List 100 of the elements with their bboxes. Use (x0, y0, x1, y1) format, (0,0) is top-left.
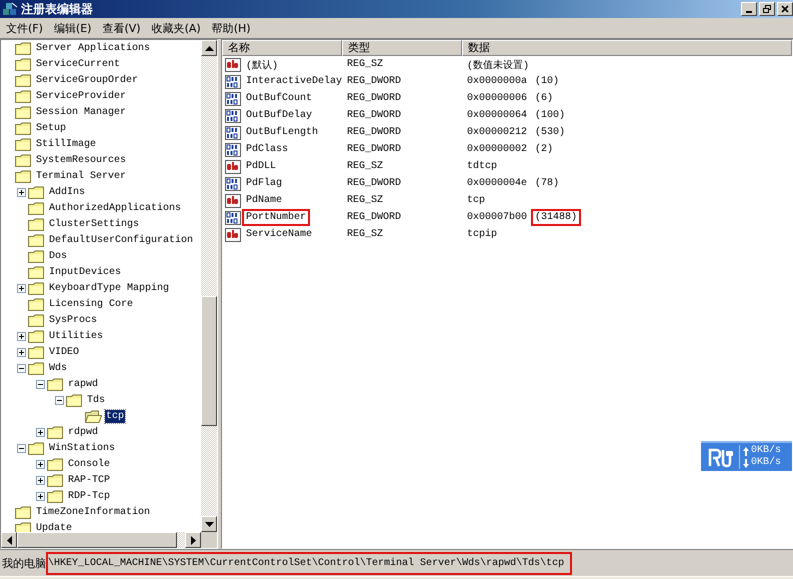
value-name[interactable]: PdFlag (242, 175, 286, 192)
expand-icon[interactable] (16, 284, 26, 292)
close-button[interactable] (777, 2, 793, 16)
tree-item[interactable]: rapwd (67, 378, 100, 390)
tree-item[interactable]: SysProcs (48, 314, 98, 326)
folder-icon (28, 282, 45, 294)
tree-item[interactable]: InputDevices (48, 266, 122, 278)
value-type: REG_DWORD (347, 144, 402, 155)
expand-icon[interactable] (16, 188, 26, 196)
tree-item[interactable]: AuthorizedApplications (48, 202, 182, 214)
expand-icon[interactable] (16, 332, 26, 340)
value-type: REG_DWORD (347, 127, 402, 138)
value-name[interactable]: (默认) (242, 54, 282, 74)
tree-item[interactable]: Update (35, 522, 74, 532)
menu-item[interactable]: 编辑(E) (50, 20, 98, 36)
tree-item[interactable]: AddIns (48, 186, 86, 198)
tree-item[interactable]: VIDEO (48, 346, 80, 358)
value-name[interactable]: OutBufLength (242, 124, 322, 141)
tree-item[interactable]: Tds (86, 394, 106, 406)
tree-item[interactable]: Licensing Core (48, 298, 134, 310)
expand-icon[interactable] (36, 428, 44, 436)
expand-icon[interactable] (16, 348, 26, 356)
value-name[interactable]: PdName (242, 192, 286, 209)
value-data: (数值未设置) (467, 58, 530, 72)
folder-icon (28, 250, 45, 262)
horizontal-scrollbar[interactable] (1, 532, 217, 548)
tree-item[interactable]: KeyboardType Mapping (48, 282, 170, 294)
folder-icon (47, 378, 64, 390)
restore-button[interactable] (759, 2, 775, 16)
open-folder-icon (85, 410, 102, 422)
value-decimal: (530) (534, 126, 566, 140)
tree-item[interactable]: SystemResources (35, 154, 128, 166)
tree-item[interactable]: ClusterSettings (48, 218, 140, 230)
expand-icon[interactable] (36, 476, 44, 484)
tree-item[interactable]: rdpwd (67, 426, 100, 438)
tree-item[interactable]: tcp (105, 410, 126, 422)
folder-icon (15, 74, 32, 86)
tree-item[interactable]: ServiceProvider (35, 90, 128, 102)
scroll-down-icon[interactable] (204, 522, 214, 526)
menu-item[interactable]: 收藏夹(A) (148, 20, 208, 36)
value-decimal: (78) (534, 176, 560, 191)
column-header[interactable]: 数据 (462, 40, 792, 56)
value-type: REG_SZ (347, 161, 384, 172)
download-speed: 0KB/s (751, 457, 782, 469)
binary-value-icon (225, 210, 241, 224)
tree-item[interactable]: ServiceCurrent (35, 58, 122, 70)
tree-item[interactable]: RAP-TCP (67, 474, 112, 486)
folder-icon (66, 394, 83, 406)
scroll-left-icon[interactable] (6, 536, 12, 544)
tree-item[interactable]: Utilities (48, 330, 104, 342)
collapse-icon[interactable] (54, 396, 64, 404)
scroll-up-icon[interactable] (204, 46, 214, 50)
collapse-icon[interactable] (36, 380, 44, 388)
network-speed-widget[interactable]: 0KB/s 0KB/s (701, 441, 792, 471)
tree-item[interactable]: Dos (48, 250, 68, 262)
value-name[interactable]: PortNumber (242, 209, 310, 226)
value-data: 0x00000002 (467, 144, 528, 155)
tree-item[interactable]: TimeZoneInformation (35, 506, 152, 518)
column-header[interactable]: 名称 (222, 40, 342, 56)
folder-icon (47, 458, 64, 470)
value-name[interactable]: OutBufDelay (242, 107, 316, 124)
folder-icon (28, 330, 45, 342)
tree-item[interactable]: Session Manager (35, 106, 128, 118)
collapse-icon[interactable] (16, 444, 26, 452)
status-path: \HKEY_LOCAL_MACHINE\SYSTEM\CurrentControlSet\Control\Terminal Server\Wds\rapwd\Tds\tcp (46, 552, 572, 574)
folder-icon (15, 90, 32, 102)
collapse-icon[interactable] (16, 364, 26, 372)
tree-item[interactable]: ServiceGroupOrder (35, 74, 140, 86)
tree-item[interactable]: Wds (48, 362, 68, 374)
folder-icon (47, 426, 64, 438)
value-name[interactable]: OutBufCount (242, 90, 316, 107)
string-value-icon (225, 160, 241, 174)
menu-item[interactable]: 查看(V) (98, 20, 148, 36)
expand-icon[interactable] (36, 492, 44, 500)
value-data: 0x00000064 (467, 110, 528, 121)
folder-icon (28, 314, 45, 326)
vertical-scrollbar[interactable] (201, 40, 217, 532)
value-name[interactable]: PdDLL (242, 158, 280, 175)
close-icon (780, 4, 790, 14)
minimize-button[interactable] (741, 2, 757, 16)
tree-item[interactable]: RDP-Tcp (67, 490, 112, 502)
value-type: REG_DWORD (347, 93, 402, 104)
tree-item[interactable]: DefaultUserConfiguration (48, 234, 194, 246)
tree-item[interactable]: Setup (35, 122, 68, 134)
value-name[interactable]: ServiceName (242, 226, 316, 243)
menu-item[interactable]: 帮助(H) (208, 20, 258, 36)
tree-item[interactable]: Terminal Server (35, 170, 128, 182)
menu-item[interactable]: 文件(F) (2, 20, 50, 36)
binary-value-icon (225, 126, 241, 140)
value-name[interactable]: InteractiveDelay (242, 73, 346, 90)
column-header[interactable]: 类型 (342, 40, 462, 56)
tree-item[interactable]: Server Applications (35, 42, 152, 54)
tree-item[interactable]: Console (67, 458, 112, 470)
binary-value-icon (225, 176, 241, 190)
scroll-right-icon[interactable] (190, 536, 196, 544)
folder-icon (15, 122, 32, 134)
tree-item[interactable]: StillImage (35, 138, 98, 150)
value-name[interactable]: PdClass (242, 141, 292, 158)
expand-icon[interactable] (36, 460, 44, 468)
tree-item[interactable]: WinStations (48, 442, 116, 454)
